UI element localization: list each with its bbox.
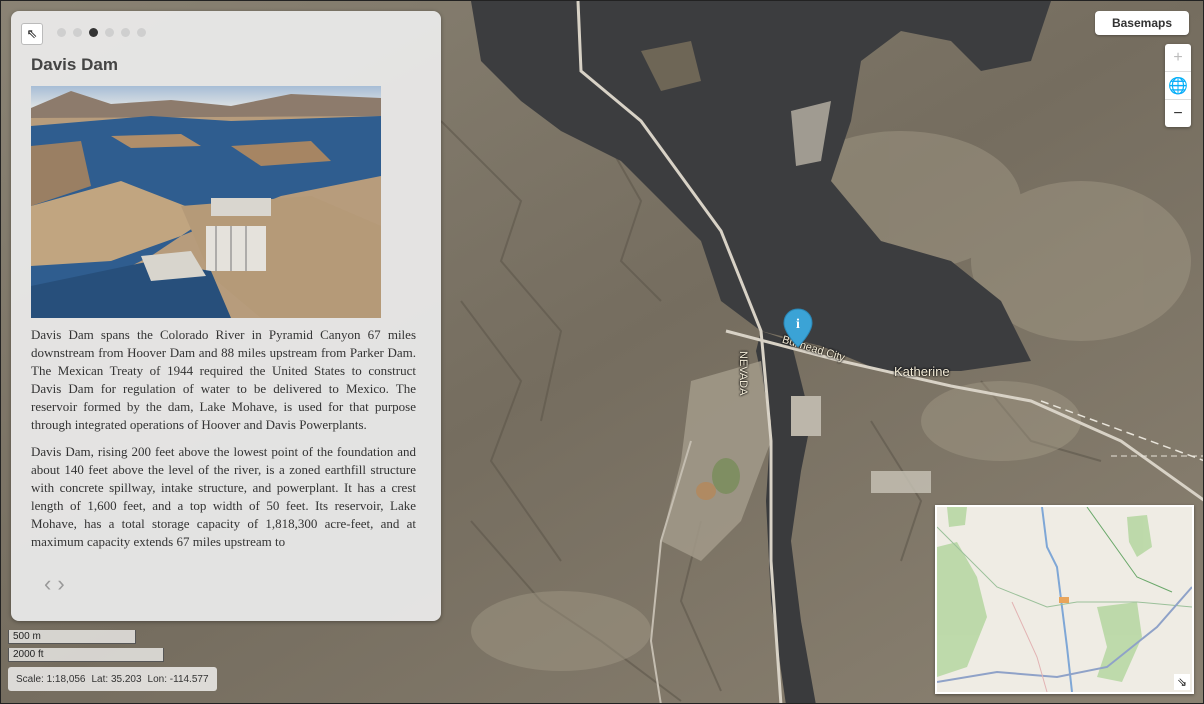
story-text: Davis Dam spans the Colorado River in Py… bbox=[31, 326, 416, 563]
story-title: Davis Dam bbox=[31, 55, 118, 74]
overview-map[interactable]: ⇘ bbox=[935, 505, 1194, 694]
globe-icon[interactable]: 🌐 bbox=[1165, 72, 1191, 100]
latitude-text: Lat: 35.203 bbox=[91, 673, 142, 685]
page-dots bbox=[57, 28, 146, 37]
story-panel: ⇖ Davis Dam Davis Dam spans the Colorado… bbox=[11, 11, 441, 621]
scale-text: Scale: 1:18,056 bbox=[16, 673, 86, 685]
page-dot[interactable] bbox=[57, 28, 66, 37]
longitude-text: Lon: -114.577 bbox=[147, 673, 209, 685]
zoom-out-button[interactable]: − bbox=[1165, 100, 1191, 127]
arrow-up-left-icon[interactable]: ⇖ bbox=[21, 23, 43, 45]
dam-photo bbox=[31, 86, 381, 318]
zoom-control: + 🌐 − bbox=[1165, 44, 1191, 127]
story-paragraph-1: Davis Dam spans the Colorado River in Py… bbox=[31, 327, 416, 432]
overview-map-graphic bbox=[937, 507, 1192, 692]
page-dot[interactable] bbox=[137, 28, 146, 37]
page-dot[interactable] bbox=[105, 28, 114, 37]
chevron-right-icon[interactable]: › bbox=[57, 571, 64, 597]
story-paragraph-2: Davis Dam, rising 200 feet above the low… bbox=[31, 444, 416, 549]
story-pager: ‹ › bbox=[44, 571, 65, 597]
coordinate-readout: Scale: 1:18,056 Lat: 35.203 Lon: -114.57… bbox=[8, 667, 217, 691]
marker-glyph: i bbox=[796, 317, 800, 332]
page-dot[interactable] bbox=[73, 28, 82, 37]
scale-bar-imperial: 2000 ft bbox=[8, 648, 164, 662]
info-marker-icon[interactable]: i bbox=[783, 308, 813, 353]
chevron-left-icon[interactable]: ‹ bbox=[44, 571, 51, 597]
zoom-in-button[interactable]: + bbox=[1165, 44, 1191, 72]
scale-bar-metric: 500 m bbox=[8, 630, 136, 644]
arrow-down-right-icon[interactable]: ⇘ bbox=[1174, 674, 1190, 690]
page-dot-active[interactable] bbox=[89, 28, 98, 37]
state-label: NEVADA bbox=[737, 351, 749, 396]
place-label: Katherine bbox=[894, 364, 950, 379]
basemaps-button[interactable]: Basemaps bbox=[1095, 11, 1189, 35]
page-dot[interactable] bbox=[121, 28, 130, 37]
